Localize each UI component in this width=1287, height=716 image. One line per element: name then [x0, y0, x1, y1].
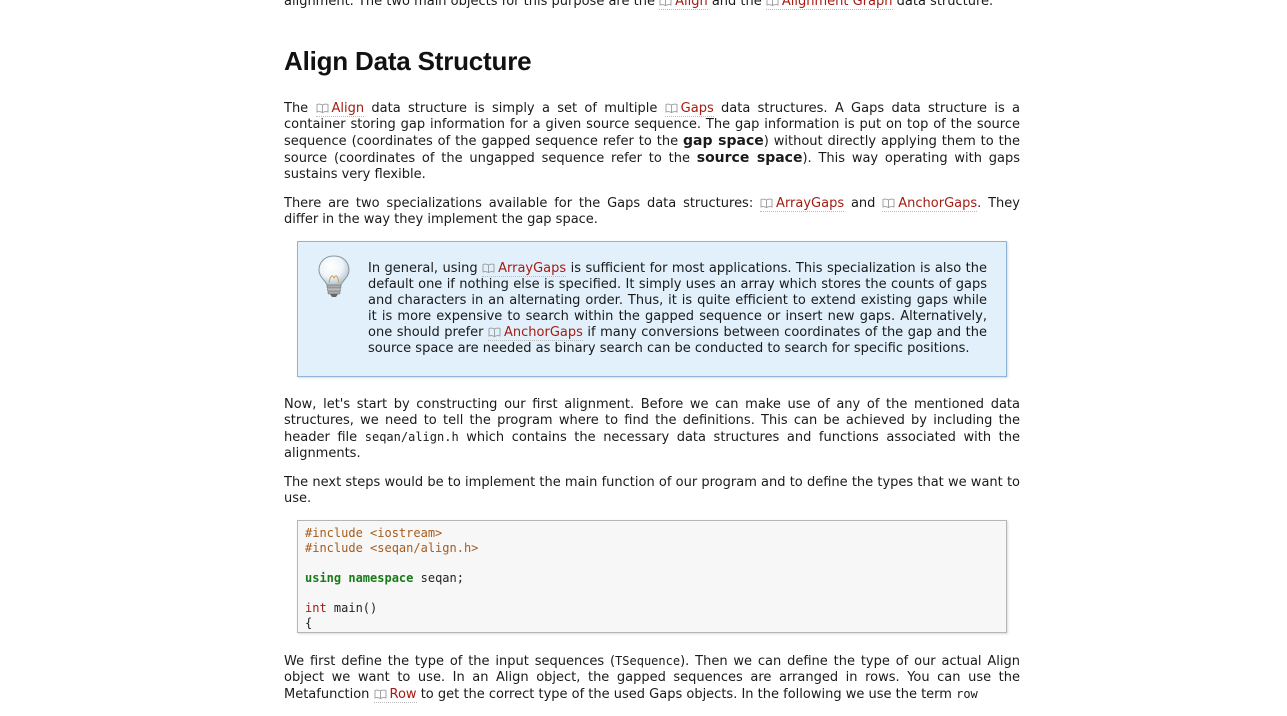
book-icon	[665, 103, 678, 113]
code-line: {	[305, 616, 999, 631]
intro-text: data structure.	[892, 0, 994, 9]
link-label: ArrayGaps	[776, 196, 845, 211]
inline-code: TSequence	[615, 654, 681, 668]
link-label: AnchorGaps	[898, 196, 978, 211]
tip-text: In general, using ArrayGaps is sufficien…	[368, 261, 987, 357]
keyword: namespace	[348, 571, 414, 585]
code-line: using namespace seqan;	[305, 571, 999, 586]
book-icon	[659, 0, 672, 6]
paragraph-text: In general, using	[368, 261, 483, 276]
type-keyword: int	[305, 601, 327, 615]
term-gap-space: gap space	[683, 133, 764, 149]
section-heading: Align Data Structure	[284, 46, 532, 76]
paragraph-text: There are two specializations available …	[284, 196, 761, 211]
paragraph-text: We first define the type of the input se…	[284, 654, 616, 669]
book-icon	[374, 689, 387, 699]
code-block[interactable]: #include <iostream> #include <seqan/align…	[297, 520, 1007, 633]
link-label: Gaps	[680, 101, 714, 116]
anchorgaps-link[interactable]: AnchorGaps	[882, 196, 978, 212]
lightbulb-icon	[316, 254, 352, 300]
arraygaps-link[interactable]: ArrayGaps	[482, 261, 567, 277]
book-icon	[488, 327, 501, 337]
align-link[interactable]: Align	[659, 0, 708, 10]
next-steps-paragraph: The next steps would be to implement the…	[284, 475, 1020, 506]
arraygaps-link[interactable]: ArrayGaps	[760, 196, 845, 212]
preprocessor-directive: #include <seqan/align.h>	[305, 541, 479, 555]
include-paragraph: Now, let's start by constructing our fir…	[284, 397, 1020, 462]
preprocessor-directive: #include <iostream>	[305, 526, 443, 540]
specializations-paragraph: There are two specializations available …	[284, 196, 1020, 228]
link-label: Align	[331, 101, 365, 116]
book-icon	[316, 103, 329, 113]
document-body: alignment. The two main objects for this…	[284, 0, 1020, 716]
paragraph-text: and	[844, 196, 883, 211]
alignment-graph-link[interactable]: Alignment Graph	[765, 0, 893, 10]
code-text: seqan;	[413, 571, 464, 585]
link-label: Row	[389, 687, 417, 702]
link-label: AnchorGaps	[504, 325, 583, 340]
book-icon	[882, 198, 895, 208]
link-label: Alignment Graph	[781, 0, 893, 9]
book-icon	[760, 198, 773, 208]
align-link[interactable]: Align	[315, 101, 365, 117]
types-paragraph: We first define the type of the input se…	[284, 653, 1020, 703]
intro-paragraph: alignment. The two main objects for this…	[284, 0, 1020, 10]
inline-code: seqan/align.h	[364, 430, 459, 444]
book-icon	[766, 0, 779, 6]
row-link[interactable]: Row	[373, 687, 417, 703]
link-label: ArrayGaps	[498, 261, 567, 276]
anchorgaps-link[interactable]: AnchorGaps	[488, 325, 583, 341]
paragraph-text: to get the correct type of the used Gaps…	[416, 687, 957, 702]
code-text: main()	[326, 601, 378, 615]
gaps-link[interactable]: Gaps	[664, 101, 714, 117]
tip-box: In general, using ArrayGaps is sufficien…	[297, 241, 1007, 377]
gaps-paragraph: The Align data structure is simply a set…	[284, 101, 1020, 183]
intro-text: alignment. The two main objects for this…	[284, 0, 660, 9]
intro-text: and the	[707, 0, 766, 9]
paragraph-text: The	[284, 101, 316, 116]
inline-code: row	[956, 687, 978, 701]
term-source-space: source space	[696, 150, 803, 166]
book-icon	[482, 263, 495, 273]
keyword: using	[305, 571, 342, 585]
link-label: Align	[675, 0, 708, 9]
code-text: {	[305, 616, 313, 630]
code-line: int main()	[305, 601, 999, 616]
code-line: #include <seqan/align.h>	[305, 541, 999, 556]
paragraph-text: data structure is simply a set of multip…	[364, 101, 665, 116]
code-line: #include <iostream>	[305, 526, 999, 541]
